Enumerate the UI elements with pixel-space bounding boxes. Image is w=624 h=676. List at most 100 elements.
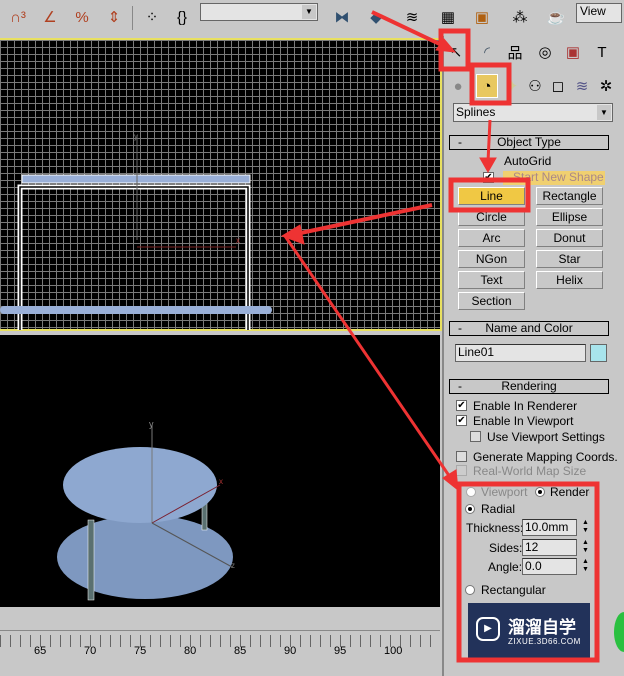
motion-tab[interactable]: ◎ xyxy=(532,40,558,64)
axis-label-y: y xyxy=(134,132,138,141)
enable-in-viewport-checkbox[interactable]: ✔ xyxy=(456,415,467,426)
material-editor-icon[interactable]: ⁂ xyxy=(506,3,534,31)
schematic-view-icon[interactable]: ▣ xyxy=(468,3,496,31)
collapse-icon: - xyxy=(458,379,462,393)
mirror-icon[interactable]: ⧓ xyxy=(328,3,356,31)
chevron-down-icon: ▼ xyxy=(597,105,611,120)
start-new-shape-button[interactable]: Start New Shape xyxy=(503,171,605,185)
generate-mapping-checkbox[interactable] xyxy=(456,451,467,462)
timeline-tick-label: 65 xyxy=(34,645,47,657)
timeline-tick-label: 75 xyxy=(134,645,147,657)
axis-label-z: z xyxy=(231,561,235,570)
axis-label-x: x xyxy=(219,477,223,486)
object-color-swatch[interactable] xyxy=(590,344,607,362)
angle-spinner[interactable]: ▲ ▼ xyxy=(581,558,590,575)
shapes-icon[interactable]: ◔ xyxy=(476,74,498,98)
shape-button-section[interactable]: Section xyxy=(458,292,525,310)
systems-icon[interactable]: ✲ xyxy=(596,74,616,98)
utilities-tab[interactable]: T xyxy=(589,40,615,64)
radial-radio[interactable] xyxy=(465,504,475,514)
radial-label: Radial xyxy=(481,502,516,516)
align-icon[interactable]: ◆ xyxy=(362,3,390,31)
enable-in-renderer-checkbox[interactable]: ✔ xyxy=(456,400,467,411)
angle-snap-icon[interactable]: ∠ xyxy=(36,3,64,31)
rollout-object-type[interactable]: - Object Type xyxy=(449,135,609,150)
create-tab[interactable]: ↖ xyxy=(443,40,469,64)
shape-button-circle[interactable]: Circle xyxy=(458,208,525,226)
use-viewport-settings-label: Use Viewport Settings xyxy=(487,430,605,444)
shape-button-arc[interactable]: Arc xyxy=(458,229,525,247)
start-new-shape-checkbox[interactable]: ✔ xyxy=(483,172,494,183)
layer-manager-icon[interactable]: ≋ xyxy=(398,3,426,31)
shape-button-donut[interactable]: Donut xyxy=(536,229,603,247)
sides-spinner[interactable]: ▲ ▼ xyxy=(581,539,590,556)
timeline-tick-label: 80 xyxy=(184,645,197,657)
enable-in-renderer-label: Enable In Renderer xyxy=(473,399,578,413)
timeline-ruler[interactable] xyxy=(0,630,440,676)
object-name-input[interactable]: Line01 xyxy=(455,344,586,362)
rectangular-label: Rectangular xyxy=(481,583,546,597)
spinner-snap-icon[interactable]: ⇕ xyxy=(100,3,128,31)
selection-set-dropdown[interactable]: ▼ xyxy=(200,3,318,21)
shape-button-helix[interactable]: Helix xyxy=(536,271,603,289)
rollout-title: Rendering xyxy=(501,379,557,393)
table-top xyxy=(63,447,217,523)
axis-label-y: y xyxy=(149,419,154,429)
geometry-icon[interactable]: ● xyxy=(450,74,466,98)
viewport-radio-label: Viewport xyxy=(481,485,528,499)
rollout-title: Name and Color xyxy=(485,321,573,335)
shape-button-ellipse[interactable]: Ellipse xyxy=(536,208,603,226)
use-viewport-settings-checkbox[interactable] xyxy=(470,431,481,442)
renderer-radio[interactable] xyxy=(535,487,545,497)
rectangular-radio[interactable] xyxy=(465,585,475,595)
cameras-icon[interactable]: ⚇ xyxy=(525,74,545,98)
view-dropdown[interactable]: View xyxy=(576,3,622,23)
table-front-wireframe xyxy=(0,135,272,330)
thickness-spinner[interactable]: ▲ ▼ xyxy=(581,519,590,536)
timeline-tick-label: 85 xyxy=(234,645,247,657)
angle-label: Angle: xyxy=(488,560,523,574)
percent-snap-icon[interactable]: % xyxy=(68,3,96,31)
rollout-name-and-color[interactable]: - Name and Color xyxy=(449,321,609,336)
display-tab[interactable]: ▣ xyxy=(560,40,586,64)
thickness-input[interactable]: 10.0mm xyxy=(522,519,577,536)
shape-button-rectangle[interactable]: Rectangle xyxy=(536,187,603,205)
rollout-title: Object Type xyxy=(497,135,561,149)
renderer-radio-label: Renderer xyxy=(550,485,590,499)
table-leg xyxy=(87,519,95,601)
space-warps-icon[interactable]: ≋ xyxy=(572,74,592,98)
edit-named-selection-icon[interactable]: {} xyxy=(168,3,196,31)
render-setup-icon[interactable]: ☕ xyxy=(542,3,570,31)
rollout-rendering[interactable]: - Rendering xyxy=(449,379,609,394)
curve-editor-icon[interactable]: ▦ xyxy=(434,3,462,31)
timeline-tick-label: 70 xyxy=(84,645,97,657)
timeline-tick-label: 100 xyxy=(384,645,403,657)
collapse-icon: - xyxy=(458,135,462,149)
snap-3d-icon[interactable]: ∩³ xyxy=(4,3,32,31)
angle-input[interactable]: 0.0 xyxy=(522,558,577,575)
watermark-title: 溜溜自学 xyxy=(508,618,576,637)
category-dropdown[interactable]: Splines ▼ xyxy=(453,103,613,122)
named-selection-icon[interactable]: ⁘ xyxy=(138,3,166,31)
axis-label-x: x xyxy=(236,236,240,245)
watermark-url: ZIXUE.3D66.COM xyxy=(508,637,581,646)
watermark-play-logo: ▶ xyxy=(476,617,500,641)
timeline-tick-label: 95 xyxy=(334,645,347,657)
shape-button-star[interactable]: Star xyxy=(536,250,603,268)
shape-button-ngon[interactable]: NGon xyxy=(458,250,525,268)
table-3d-model xyxy=(57,425,233,601)
helpers-icon[interactable]: ◻ xyxy=(548,74,568,98)
enable-in-viewport-label: Enable In Viewport xyxy=(473,414,574,428)
perspective-viewport[interactable]: y x z xyxy=(0,335,440,607)
shape-button-line[interactable]: Line xyxy=(458,187,525,205)
table-base-shape xyxy=(0,306,272,314)
shape-button-text[interactable]: Text xyxy=(458,271,525,289)
lights-icon[interactable]: ✦ xyxy=(503,74,521,98)
top-viewport[interactable]: y x xyxy=(0,38,442,331)
sides-input[interactable]: 12 xyxy=(522,539,577,556)
viewport-radio[interactable] xyxy=(466,487,476,497)
modify-tab[interactable]: ◜ xyxy=(474,40,500,64)
divider xyxy=(132,6,133,30)
real-world-map-checkbox[interactable] xyxy=(456,465,467,476)
hierarchy-tab[interactable]: 品 xyxy=(502,40,528,64)
